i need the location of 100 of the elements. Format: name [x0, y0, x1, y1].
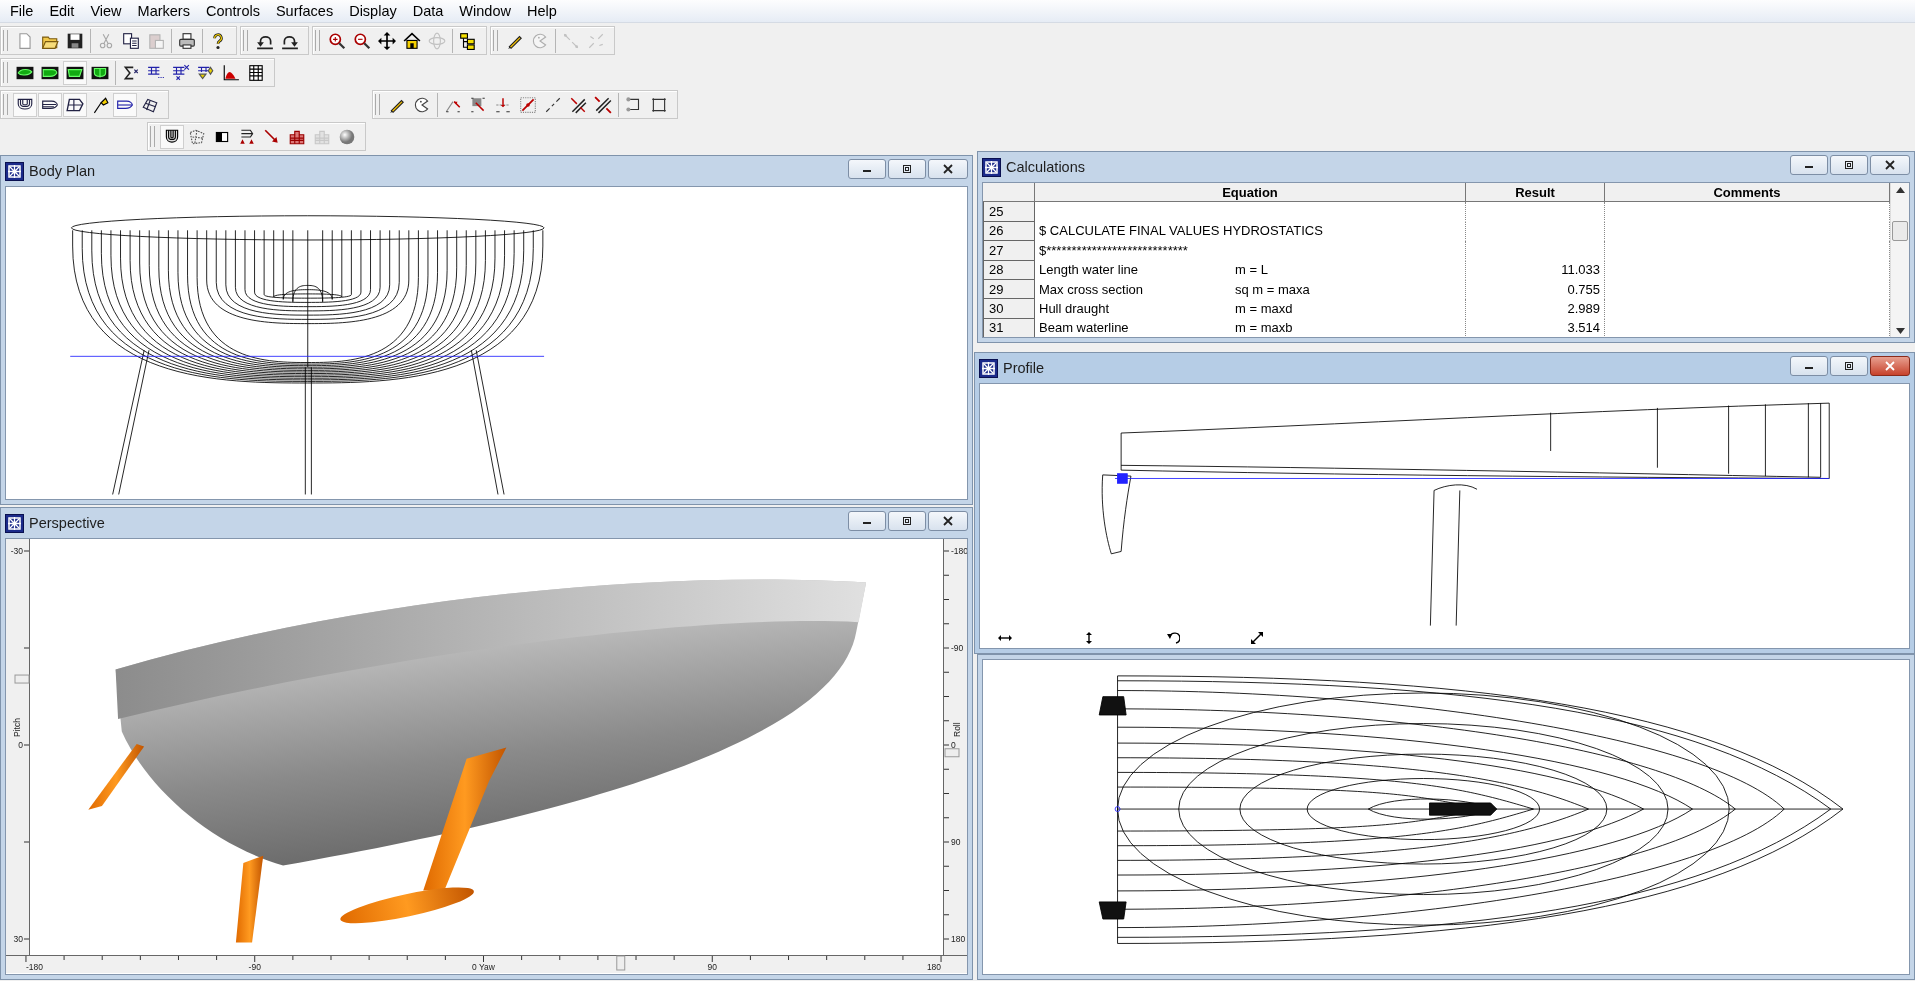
restore-icon	[1843, 160, 1855, 170]
equation-label: Max cross section	[1039, 281, 1145, 297]
axis-label: -90	[248, 962, 261, 972]
row-number: 25	[983, 202, 1035, 222]
toolbar-button[interactable]	[38, 92, 62, 117]
axis-label: -30	[10, 546, 23, 556]
menu-item[interactable]: Display	[341, 1, 405, 21]
axis-title: Roll	[952, 722, 962, 737]
equation-formula: m = L	[1235, 262, 1268, 278]
hierarchy-icon	[459, 31, 477, 50]
marker-split-icon	[494, 95, 512, 114]
result-value: 11.033	[1561, 262, 1600, 278]
app-icon	[5, 513, 24, 533]
pitch-slider-thumb[interactable]	[14, 674, 30, 684]
maximize-button[interactable]	[888, 159, 926, 179]
clipboard-icon	[147, 31, 165, 50]
equation-label: Length water line	[1039, 262, 1139, 278]
close-button[interactable]	[928, 159, 968, 179]
zoom-in-icon	[328, 31, 346, 50]
move-arrows-icon	[378, 31, 396, 50]
close-button[interactable]	[928, 511, 968, 531]
minimize-button[interactable]	[848, 159, 886, 179]
double-line-in-icon	[569, 95, 587, 114]
zoom-out-icon	[353, 31, 371, 50]
sphere-icon	[338, 127, 356, 146]
window-title: Body Plan	[29, 163, 97, 179]
equation-label: Beam waterline	[1039, 320, 1130, 336]
table-delete-icon	[172, 63, 190, 82]
scattered-points-icon	[587, 31, 605, 50]
menu-item[interactable]: Data	[404, 1, 452, 21]
menu-item[interactable]: Edit	[41, 1, 83, 21]
axis-title: Pitch	[12, 718, 22, 737]
column-header[interactable]: Result	[1466, 183, 1605, 203]
axis-label: -180	[951, 546, 967, 556]
menu-item[interactable]: Surfaces	[267, 1, 342, 21]
close-icon	[1884, 160, 1896, 170]
minimize-button[interactable]	[848, 511, 886, 531]
equation-label: Hull draught	[1039, 301, 1111, 317]
table-icon	[247, 63, 265, 82]
scrollbar-thumb[interactable]	[1892, 220, 1908, 241]
marker-diagonal-icon	[519, 95, 537, 114]
close-icon	[1884, 361, 1896, 371]
app-icon	[982, 157, 1001, 177]
axis-label: 0	[951, 740, 956, 750]
toolbar-button[interactable]	[63, 60, 87, 85]
dotted-line-icon	[562, 31, 580, 50]
equation-formula: sq m = maxa	[1235, 281, 1310, 297]
app-icon	[5, 161, 24, 181]
minimize-button[interactable]	[1790, 356, 1828, 376]
roll-slider-thumb[interactable]	[944, 748, 960, 758]
copy-icon	[122, 31, 140, 50]
vertical-scrollbar[interactable]	[1890, 183, 1909, 337]
toolbar-button[interactable]	[113, 92, 137, 117]
row-number: 28	[983, 260, 1035, 280]
restore-icon	[1843, 361, 1855, 371]
axis-label: 90	[707, 962, 717, 972]
axis-label: 180	[926, 962, 942, 972]
menu-item[interactable]: Markers	[129, 1, 198, 21]
close-button[interactable]	[1870, 155, 1910, 175]
close-button[interactable]	[1870, 356, 1910, 376]
rotate-arrow-icon[interactable]	[1166, 632, 1180, 644]
double-line-out-icon	[594, 95, 612, 114]
maximize-button[interactable]	[1830, 155, 1868, 175]
axis-label: 180	[951, 934, 966, 944]
window-title: Calculations	[1006, 159, 1086, 175]
wireframe-icon	[188, 127, 206, 146]
horizontal-arrows-icon[interactable]	[998, 632, 1012, 644]
diagonal-arrows-icon[interactable]	[1250, 632, 1264, 644]
table-corner	[983, 183, 1035, 203]
frame-nodes-icon	[650, 95, 668, 114]
axis-label: 30	[13, 934, 23, 944]
table-filter-icon	[197, 63, 215, 82]
orbit-icon	[428, 31, 446, 50]
column-header[interactable]: Comments	[1605, 183, 1890, 203]
minimize-button[interactable]	[1790, 155, 1828, 175]
menu-item[interactable]: Help	[518, 1, 565, 21]
printer-icon	[178, 31, 196, 50]
marker-line-icon	[544, 95, 562, 114]
toolbar-button[interactable]	[63, 92, 87, 117]
menu-item[interactable]: Window	[451, 1, 519, 21]
maximize-button[interactable]	[888, 511, 926, 531]
diagonal-arrow-icon	[263, 127, 281, 146]
close-icon	[942, 516, 954, 526]
row-number: 30	[983, 299, 1035, 319]
flag-icon	[91, 95, 109, 114]
column-header[interactable]: Equation	[1035, 183, 1466, 203]
menu-item[interactable]: File	[2, 1, 42, 21]
toolbar-button[interactable]	[13, 92, 37, 117]
toolbar-button[interactable]	[160, 124, 184, 149]
axis-label: -180	[25, 962, 43, 972]
menu-item[interactable]: View	[82, 1, 130, 21]
restore-icon	[901, 516, 913, 526]
scissors-icon	[97, 31, 115, 50]
menu-item[interactable]: Controls	[197, 1, 268, 21]
equation-text: $ CALCULATE FINAL VALUES HYDROSTATICS	[1039, 223, 1323, 239]
scroll-down-icon[interactable]	[1895, 328, 1905, 335]
yaw-slider-thumb[interactable]	[616, 955, 626, 971]
graph-icon	[222, 63, 240, 82]
scroll-up-icon[interactable]	[1895, 187, 1905, 193]
maximize-button[interactable]	[1830, 356, 1868, 376]
